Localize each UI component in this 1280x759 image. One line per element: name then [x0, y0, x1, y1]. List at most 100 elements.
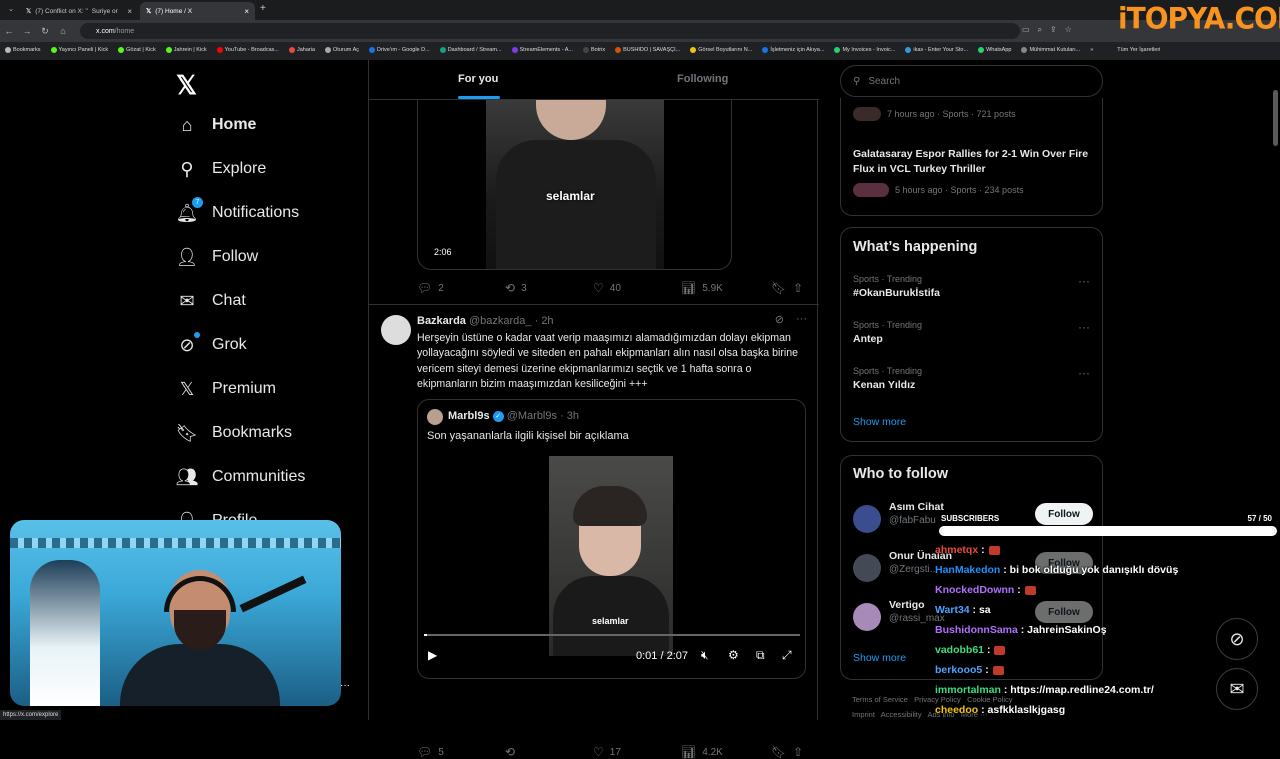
footer-link[interactable]: Imprint	[852, 710, 875, 719]
nav-explore[interactable]: ⚲ Explore	[176, 158, 266, 180]
share-icon[interactable]: ⇪	[1050, 25, 1057, 35]
more-options-icon[interactable]: ···	[340, 680, 350, 691]
home-browser-icon[interactable]: ⌂	[54, 26, 72, 36]
mute-icon[interactable]: 🔇︎	[701, 648, 709, 663]
bookmark-item[interactable]: ikas - Enter Your Sto...	[900, 47, 973, 53]
tab-search-icon[interactable]: ⌄	[2, 5, 20, 13]
bookmark-item[interactable]: İşletmeniz için Akıya...	[757, 47, 829, 53]
tweet[interactable]: Bazkarda @bazkarda_ · 2h ⊘ ··· Herşeyin …	[369, 304, 819, 759]
close-tab-icon[interactable]: ×	[127, 7, 132, 16]
video-player[interactable]: selamlar 2:06	[417, 100, 732, 270]
bookmarks-overflow-button[interactable]: »	[1085, 47, 1098, 53]
bookmark-item[interactable]: Botrix	[578, 47, 610, 53]
bookmark-item[interactable]: Drive'ım - Google D...	[364, 47, 435, 53]
share-button[interactable]: ⇧	[793, 745, 803, 759]
new-tab-button[interactable]: +	[260, 3, 266, 14]
bookmark-item[interactable]: Jaharia	[284, 47, 320, 53]
trend-meta: 5 hours ago · Sports · 234 posts	[895, 185, 1024, 195]
bookmark-item[interactable]: Gözat | Kick	[113, 47, 161, 53]
nav-chat[interactable]: ✉ Chat	[176, 290, 245, 312]
avatar[interactable]	[381, 315, 411, 345]
search-input[interactable]: ⚲ Search	[840, 65, 1103, 97]
tab-home[interactable]: 𝕏 (7) Home / X ×	[140, 2, 255, 20]
nav-home[interactable]: ⌂ Home	[176, 114, 257, 136]
close-tab-icon[interactable]: ×	[244, 7, 249, 16]
tweet-timestamp[interactable]: · 2h	[535, 315, 554, 327]
nav-communities[interactable]: 👥︎ Communities	[176, 466, 306, 488]
nav-premium[interactable]: 𝕏 Premium	[176, 378, 276, 400]
play-icon[interactable]: ▶	[428, 648, 437, 662]
grok-explain-icon[interactable]: ⊘	[775, 313, 784, 326]
tweet-author-name[interactable]: Bazkarda	[417, 315, 466, 327]
bookmark-item[interactable]: Dashboard / Stream...	[435, 47, 507, 53]
settings-icon[interactable]: ⚙	[728, 648, 739, 662]
footer-link[interactable]: Terms of Service	[852, 695, 908, 704]
show-more-link[interactable]: Show more	[853, 416, 906, 428]
repost-button[interactable]: ⟲ 3	[505, 281, 527, 295]
trend-item[interactable]: Galatasaray Espor Rallies for 2-1 Win Ov…	[853, 147, 1093, 197]
bookmark-item[interactable]: StreamElements - A...	[507, 47, 579, 53]
forward-icon[interactable]: →	[18, 26, 36, 36]
star-icon[interactable]: ☆	[1065, 25, 1072, 35]
nav-notifications[interactable]: 🔔︎ 7 Notifications	[176, 197, 299, 224]
cast-icon[interactable]: ▭	[1022, 25, 1030, 35]
fullscreen-icon[interactable]: ⤢	[782, 648, 792, 663]
all-bookmarks-button[interactable]: Tüm Yer İşaretleri	[1112, 47, 1165, 53]
scrollbar[interactable]	[1273, 90, 1278, 146]
trend-item[interactable]: Sports · Trending Antep	[853, 320, 1093, 345]
picture-in-picture-icon[interactable]: ⧉	[756, 648, 765, 663]
repost-button[interactable]: ⟲	[505, 745, 515, 759]
chat-username: KnockedDownn	[935, 584, 1015, 596]
back-icon[interactable]: ←	[0, 26, 18, 36]
address-bar[interactable]: x.com/home	[80, 23, 1020, 39]
tweet-author-handle[interactable]: @bazkarda_	[469, 315, 532, 327]
bookmark-button[interactable]: 🔖︎	[771, 745, 786, 759]
bookmark-item[interactable]: Görsel Boyutlarını N...	[685, 47, 757, 53]
share-button[interactable]: ⇧	[793, 281, 803, 295]
browser-status-url: https://x.com/explore	[0, 710, 62, 720]
bookmark-item[interactable]: My Invoices - Invoic...	[829, 47, 900, 53]
nav-grok[interactable]: ⊘ Grok	[176, 332, 247, 356]
x-logo-icon[interactable]: 𝕏	[176, 70, 197, 101]
more-options-icon[interactable]: ···	[1078, 274, 1090, 288]
tab-for-you[interactable]: For you	[458, 73, 498, 85]
chat-message: Wart34 : sa	[935, 604, 991, 616]
more-options-icon[interactable]: ···	[1078, 366, 1090, 380]
show-more-link[interactable]: Show more	[853, 652, 906, 664]
bookmark-item[interactable]: Bookmarks	[0, 47, 46, 53]
bookmark-item[interactable]: YouTube - Broadcas...	[212, 47, 284, 53]
video-progress-bar[interactable]	[424, 634, 800, 636]
footer-link[interactable]: Accessibility	[881, 710, 922, 719]
more-options-icon[interactable]: ···	[796, 313, 807, 326]
bookmark-item[interactable]: Yayıncı Paneli | Kick	[46, 47, 114, 53]
bookmark-item[interactable]: Jahrein | Kick	[161, 47, 212, 53]
like-button[interactable]: ♡ 17	[593, 745, 621, 759]
tab-conflict[interactable]: 𝕏 (7) Conflict on X: " Suriye or ×	[20, 2, 138, 20]
nav-bookmarks[interactable]: 🔖︎ Bookmarks	[176, 422, 292, 444]
views-button[interactable]: 📊︎ 4.2K	[681, 745, 723, 759]
zoom-icon[interactable]: ⌕	[1038, 25, 1042, 35]
trend-item[interactable]: Sports · Trending #OkanBurukİstifa	[853, 274, 1093, 299]
quote-text: Son yaşananlarla ilgili kişisel bir açık…	[427, 430, 629, 442]
bookmark-label: My Invoices - Invoic...	[842, 47, 896, 53]
trend-item[interactable]: 7 hours ago · Sports · 721 posts	[853, 107, 1016, 121]
reload-icon[interactable]: ↻	[36, 26, 54, 37]
more-options-icon[interactable]: ···	[1078, 320, 1090, 334]
views-button[interactable]: 📊︎ 5.9K	[681, 281, 723, 295]
tab-following[interactable]: Following	[677, 73, 728, 85]
bookmark-item[interactable]: BUSHIDO | SAVAŞÇI...	[610, 47, 685, 53]
reply-button[interactable]: 💬︎ 2	[417, 281, 444, 295]
reply-button[interactable]: 💬︎ 5	[417, 745, 444, 759]
like-button[interactable]: ♡ 40	[593, 281, 621, 295]
bookmark-item[interactable]: Oturum Aç	[320, 47, 364, 53]
quote-video-frame[interactable]	[549, 456, 673, 656]
trend-item[interactable]: Sports · Trending Kenan Yıldız	[853, 366, 1093, 391]
suggestion-name: Vertigo	[889, 599, 925, 611]
bookmark-button[interactable]: 🔖︎	[771, 281, 786, 295]
toolbar-extensions: ▭ ⌕ ⇪ ☆	[1022, 25, 1072, 35]
trend-title: Antep	[853, 333, 883, 345]
quoted-tweet[interactable]: Marbl9s ✓ @Marbl9s · 3h Son yaşananlarla…	[417, 399, 806, 679]
nav-follow[interactable]: 👤︎ Follow	[176, 246, 259, 268]
bookmark-item[interactable]: WhatsApp	[973, 47, 1016, 53]
bookmark-item[interactable]: Mühimmat Kutuları...	[1016, 47, 1085, 53]
